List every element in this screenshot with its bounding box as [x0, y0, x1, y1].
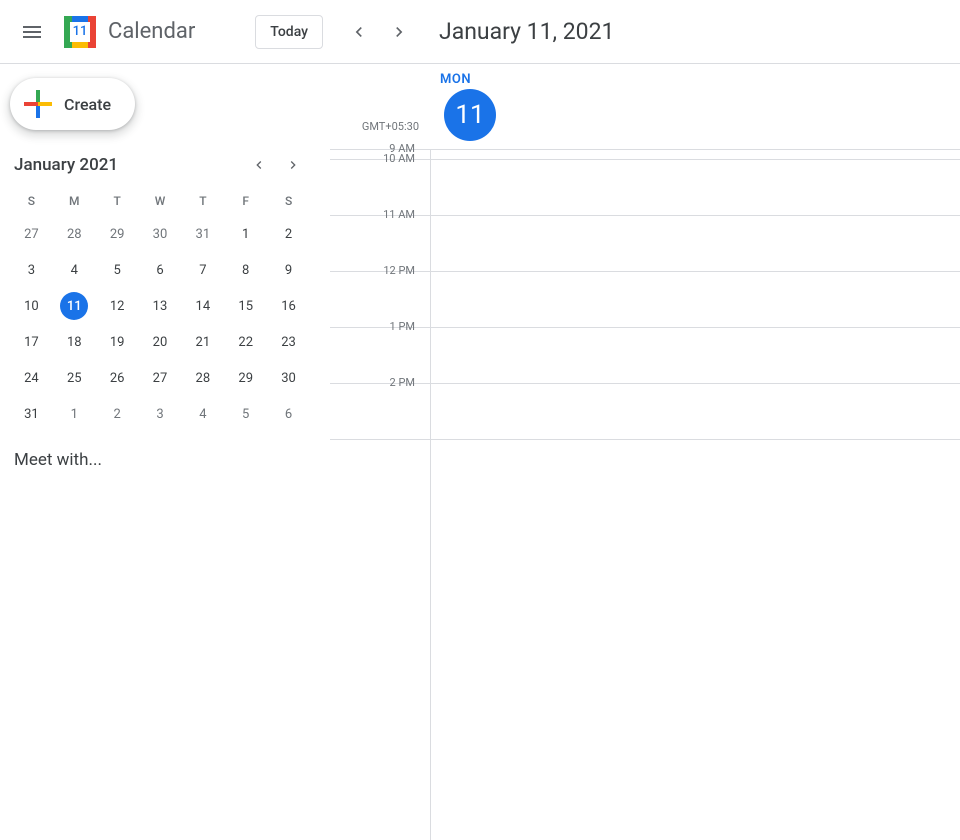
time-label: 1 PM: [330, 320, 425, 375]
main-menu-button[interactable]: [8, 8, 56, 56]
mini-cal-dow: T: [181, 186, 224, 216]
mini-cal-day[interactable]: 13: [139, 288, 182, 324]
hamburger-icon: [20, 20, 44, 44]
mini-cal-day[interactable]: 26: [96, 360, 139, 396]
mini-cal-dow: S: [10, 186, 53, 216]
mini-cal-day[interactable]: 22: [224, 324, 267, 360]
sidebar: Create January 2021 SMTWTFS2728293031123…: [0, 64, 330, 540]
app-title: Calendar: [108, 19, 195, 44]
mini-calendar-grid: SMTWTFS272829303112345678910111213141516…: [10, 186, 310, 432]
mini-cal-day[interactable]: 17: [10, 324, 53, 360]
mini-cal-day[interactable]: 29: [224, 360, 267, 396]
mini-cal-day[interactable]: 21: [181, 324, 224, 360]
mini-cal-day[interactable]: 5: [96, 252, 139, 288]
mini-cal-dow: W: [139, 186, 182, 216]
mini-cal-day[interactable]: 16: [267, 288, 310, 324]
mini-cal-day[interactable]: 4: [53, 252, 96, 288]
day-view: MON 11 GMT+05:30 9 AM10 AM11 AM12 PM1 PM…: [330, 64, 960, 540]
plus-icon: [24, 90, 52, 118]
mini-cal-day[interactable]: 15: [224, 288, 267, 324]
mini-cal-day[interactable]: 20: [139, 324, 182, 360]
mini-cal-day[interactable]: 24: [10, 360, 53, 396]
time-cell[interactable]: [425, 384, 960, 439]
time-cell[interactable]: [425, 160, 960, 215]
mini-cal-day[interactable]: 7: [181, 252, 224, 288]
create-button[interactable]: Create: [10, 78, 135, 130]
app-header: 11 Calendar Today January 11, 2021: [0, 0, 960, 64]
chevron-right-icon: [389, 22, 409, 42]
mini-cal-day[interactable]: 14: [181, 288, 224, 324]
mini-cal-dow: M: [53, 186, 96, 216]
mini-cal-day[interactable]: 30: [267, 360, 310, 396]
mini-cal-day[interactable]: 12: [96, 288, 139, 324]
mini-cal-day[interactable]: 28: [181, 360, 224, 396]
mini-cal-day[interactable]: 10: [10, 288, 53, 324]
mini-cal-day[interactable]: 25: [53, 360, 96, 396]
mini-cal-day[interactable]: 3: [139, 396, 182, 432]
next-day-button[interactable]: [383, 16, 415, 48]
time-cell[interactable]: [425, 216, 960, 271]
mini-cal-next-button[interactable]: [280, 152, 306, 178]
mini-cal-day[interactable]: 31: [181, 216, 224, 252]
meet-with-section[interactable]: Meet with...: [10, 450, 310, 470]
logo-day-number: 11: [60, 12, 100, 52]
mini-cal-day[interactable]: 11: [53, 288, 96, 324]
mini-cal-day[interactable]: 27: [10, 216, 53, 252]
prev-day-button[interactable]: [343, 16, 375, 48]
time-grid: 9 AM10 AM11 AM12 PM1 PM2 PM: [330, 149, 960, 440]
mini-cal-dow: S: [267, 186, 310, 216]
mini-cal-day[interactable]: 31: [10, 396, 53, 432]
time-cell[interactable]: [425, 272, 960, 327]
mini-cal-day[interactable]: 30: [139, 216, 182, 252]
mini-calendar-title: January 2021: [14, 155, 118, 175]
today-button[interactable]: Today: [255, 15, 323, 49]
time-label: 11 AM: [330, 208, 425, 263]
time-label: 10 AM: [330, 152, 425, 207]
time-label: 2 PM: [330, 376, 425, 431]
time-cell[interactable]: [425, 150, 960, 159]
mini-cal-day[interactable]: 4: [181, 396, 224, 432]
day-number-badge[interactable]: 11: [444, 89, 496, 141]
mini-cal-day[interactable]: 2: [96, 396, 139, 432]
mini-cal-day[interactable]: 6: [139, 252, 182, 288]
mini-cal-prev-button[interactable]: [246, 152, 272, 178]
main-content: Create January 2021 SMTWTFS2728293031123…: [0, 64, 960, 540]
mini-calendar-header: January 2021: [10, 152, 310, 178]
mini-cal-day[interactable]: 19: [96, 324, 139, 360]
mini-cal-day[interactable]: 18: [53, 324, 96, 360]
mini-cal-day[interactable]: 28: [53, 216, 96, 252]
day-of-week-label: MON: [440, 72, 960, 87]
mini-cal-day[interactable]: 6: [267, 396, 310, 432]
time-label: 9 AM: [330, 142, 425, 151]
mini-cal-day[interactable]: 29: [96, 216, 139, 252]
time-cell[interactable]: [425, 328, 960, 383]
timezone-label: GMT+05:30: [330, 120, 425, 133]
chevron-left-icon: [349, 22, 369, 42]
mini-cal-day[interactable]: 9: [267, 252, 310, 288]
create-label: Create: [64, 95, 111, 114]
calendar-logo: 11: [60, 12, 100, 52]
mini-cal-day[interactable]: 2: [267, 216, 310, 252]
mini-cal-day[interactable]: 27: [139, 360, 182, 396]
mini-cal-dow: F: [224, 186, 267, 216]
chevron-left-icon: [251, 157, 267, 173]
chevron-right-icon: [285, 157, 301, 173]
mini-cal-day[interactable]: 3: [10, 252, 53, 288]
mini-cal-dow: T: [96, 186, 139, 216]
header-date: January 11, 2021: [439, 18, 614, 45]
mini-cal-day[interactable]: 23: [267, 324, 310, 360]
time-label: 12 PM: [330, 264, 425, 319]
mini-cal-day[interactable]: 5: [224, 396, 267, 432]
mini-cal-day[interactable]: 1: [224, 216, 267, 252]
mini-cal-day[interactable]: 1: [53, 396, 96, 432]
time-row[interactable]: 2 PM: [330, 384, 960, 440]
mini-cal-day[interactable]: 8: [224, 252, 267, 288]
